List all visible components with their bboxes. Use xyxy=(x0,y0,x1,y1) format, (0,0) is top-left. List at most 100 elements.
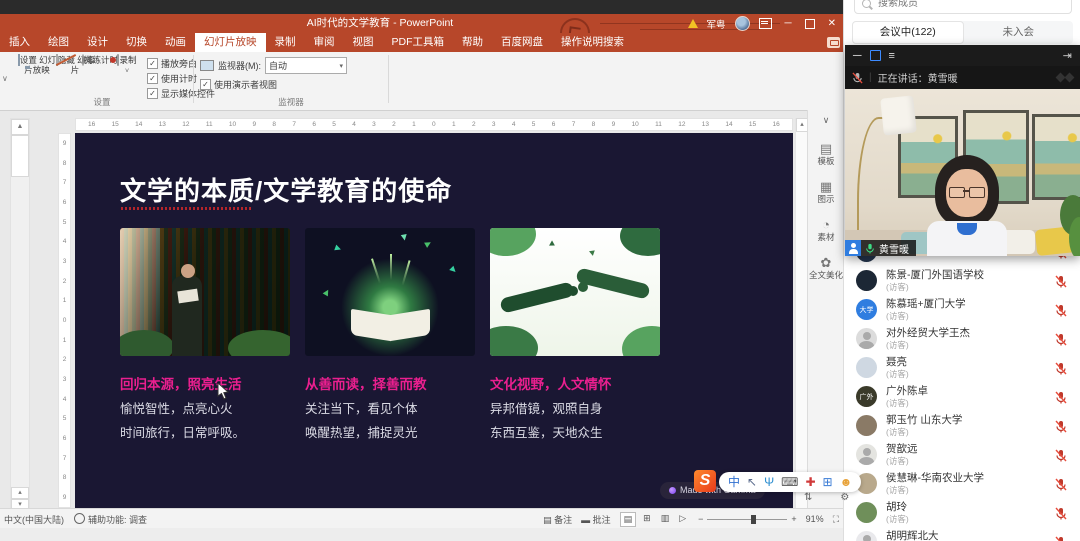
ribbon-tab[interactable]: 帮助 xyxy=(453,33,492,52)
mic-muted-icon[interactable] xyxy=(1055,275,1067,288)
minimize-icon[interactable]: ─ xyxy=(853,45,862,66)
view-button[interactable]: ⊞ xyxy=(640,512,654,527)
chat-bubble-icon[interactable] xyxy=(827,37,840,48)
slide-canvas[interactable]: 文学的本质/文学教育的使命 xyxy=(75,133,793,508)
search-input[interactable] xyxy=(876,0,1040,10)
monitor-select[interactable]: 自动 ▾ xyxy=(265,57,347,74)
ribbon-tab[interactable]: 动画 xyxy=(156,33,195,52)
mic-muted-icon[interactable] xyxy=(1055,478,1067,491)
fit-to-window-icon[interactable]: ⛶ xyxy=(833,514,839,525)
participant-row[interactable]: 陈景-厦门外国语学校 (访客) xyxy=(844,267,1080,296)
thumbnail-scrollbar[interactable]: ▲ ▴ ▾ xyxy=(10,118,30,512)
participant-row[interactable]: 广外 广外陈卓 (访客) xyxy=(844,383,1080,412)
ime-icon[interactable]: ✚ xyxy=(805,472,815,492)
tab-in-meeting[interactable]: 会议中(122) xyxy=(852,21,964,44)
participant-row[interactable]: 大学 陈慕瑶+厦门大学 (访客) xyxy=(844,296,1080,325)
ime-icon[interactable]: ☻ xyxy=(840,472,853,492)
mic-muted-icon[interactable] xyxy=(1055,536,1067,541)
record-button[interactable]: 录制 ˅ xyxy=(112,55,142,77)
participant-row[interactable]: 胡玲 (访客) xyxy=(844,499,1080,528)
ribbon-tab[interactable]: 设计 xyxy=(78,33,117,52)
use-timings-checkbox[interactable]: 使用计时 xyxy=(147,72,197,85)
column-body[interactable]: 关注当下，看见个体 唤醒热望，捕捉灵光 xyxy=(305,397,418,445)
list-view-icon[interactable]: ≡ xyxy=(889,50,895,62)
mic-muted-icon[interactable] xyxy=(1055,420,1067,433)
gear-icon[interactable]: ⚙ xyxy=(840,492,849,503)
tab-not-joined[interactable]: 未入会 xyxy=(964,21,1074,44)
zoom-level[interactable]: 91% xyxy=(806,514,824,524)
record-dropdown-caret[interactable]: ˅ xyxy=(125,68,129,75)
ribbon-tab[interactable]: 视图 xyxy=(344,33,383,52)
sogou-logo[interactable]: S xyxy=(694,470,716,492)
speaker-video[interactable]: 黄雪暖 xyxy=(845,89,1080,256)
ime-icon[interactable]: ⊞ xyxy=(823,472,833,492)
accessibility-status[interactable]: 辅助功能: 调查 xyxy=(74,513,147,526)
ribbon-tab[interactable]: 录制 xyxy=(266,33,305,52)
slide-image-hands[interactable] xyxy=(490,228,660,356)
zoom-slider[interactable]: − + xyxy=(698,514,797,524)
collapse-panel-icon[interactable]: ⇥ xyxy=(1063,49,1072,62)
participant-row[interactable]: 胡明辉北大 (访客) xyxy=(844,528,1080,541)
search-box[interactable] xyxy=(854,0,1072,14)
minimize-button[interactable]: ─ xyxy=(781,14,796,33)
participant-row[interactable]: 聂亮 (访客) xyxy=(844,354,1080,383)
ribbon-tab[interactable]: 切换 xyxy=(117,33,156,52)
comments-button[interactable]: ▬ 批注 xyxy=(581,513,611,526)
close-button[interactable]: ✕ xyxy=(824,14,840,33)
restore-button[interactable] xyxy=(805,19,815,29)
ime-icon[interactable]: Ψ xyxy=(764,472,774,492)
titlebar[interactable]: AI时代的文学教育 - PowerPoint 军粤 ─ ✕ xyxy=(0,14,843,33)
ribbon-tab[interactable]: PDF工具箱 xyxy=(383,33,454,52)
view-button[interactable]: ▤ xyxy=(620,512,637,527)
zoom-out-icon[interactable]: − xyxy=(698,514,703,524)
ribbon-tab[interactable]: 审阅 xyxy=(305,33,344,52)
column-heading[interactable]: 文化视野，人文情怀 xyxy=(490,373,612,393)
mic-muted-icon[interactable] xyxy=(1055,333,1067,346)
ribbon-tab[interactable]: 绘图 xyxy=(39,33,78,52)
column-heading[interactable]: 从善而读，择善而教 xyxy=(305,373,427,393)
zoom-slider-thumb[interactable] xyxy=(751,515,756,524)
collapse-chevron-icon[interactable]: ∨ xyxy=(808,110,844,128)
notes-button[interactable]: ▤ 备注 xyxy=(543,513,572,526)
sidebar-plugin-item[interactable]: ▦ 图示 xyxy=(808,180,844,204)
sidebar-plugin-item[interactable]: ◔ 素材 xyxy=(808,218,844,242)
mic-muted-icon[interactable] xyxy=(1055,391,1067,404)
scroll-up-icon[interactable]: ▲ xyxy=(11,119,29,135)
ime-icon[interactable]: 中 xyxy=(728,472,740,492)
slide-image-book[interactable] xyxy=(305,228,475,356)
ribbon-tab[interactable]: 插入 xyxy=(0,33,39,52)
account-avatar[interactable] xyxy=(735,16,750,31)
ribbon-tab[interactable]: 百度网盘 xyxy=(492,33,552,52)
ribbon-overflow-chevron[interactable]: ∨ xyxy=(2,74,8,83)
mic-muted-icon[interactable] xyxy=(1055,449,1067,462)
ime-icon[interactable]: ↖ xyxy=(747,472,757,492)
language-indicator[interactable]: 中文(中国大陆) xyxy=(4,513,64,526)
slide-image-library[interactable] xyxy=(120,228,290,356)
sidebar-plugin-item[interactable]: ▤ 模板 xyxy=(808,142,844,166)
column-body[interactable]: 愉悦智性，点亮心火 时间旅行，日常呼吸。 xyxy=(120,397,245,445)
ribbon-options-icon[interactable] xyxy=(759,18,772,29)
participant-row[interactable]: 郭玉竹 山东大学 (访客) xyxy=(844,412,1080,441)
video-window[interactable]: ─ ≡ ⇥ | 正在讲话：黄雪暖 xyxy=(845,45,1080,256)
warning-icon[interactable] xyxy=(688,19,698,28)
mic-muted-icon[interactable] xyxy=(1055,362,1067,375)
scrollbar-thumb[interactable] xyxy=(11,135,29,177)
mic-muted-icon[interactable] xyxy=(1055,507,1067,520)
participant-row[interactable]: 侯慧琳-华南农业大学 (访客) xyxy=(844,470,1080,499)
ime-icon[interactable]: ⌨ xyxy=(781,472,798,492)
participant-row[interactable]: 贺歆远 (访客) xyxy=(844,441,1080,470)
use-presenter-view-checkbox[interactable]: 使用演示者视图 xyxy=(200,78,277,91)
zoom-in-icon[interactable]: + xyxy=(791,514,796,524)
prev-slide-icon[interactable]: ▴ xyxy=(11,487,29,499)
view-button[interactable]: ▥ xyxy=(658,512,673,527)
column-body[interactable]: 异邦借镜，观照自身 东西互鉴，天地众生 xyxy=(490,397,603,445)
updown-arrows-icon[interactable]: ⇅ xyxy=(804,492,812,503)
account-name[interactable]: 军粤 xyxy=(707,17,726,31)
view-button[interactable]: ▷ xyxy=(676,512,689,527)
mic-muted-icon[interactable] xyxy=(1055,304,1067,317)
ribbon-tab[interactable]: 幻灯片放映 xyxy=(195,33,266,52)
play-narrations-checkbox[interactable]: 播放旁白 xyxy=(147,57,197,70)
slide-title[interactable]: 文学的本质/文学教育的使命 xyxy=(120,171,452,208)
sidebar-plugin-item[interactable]: ✿ 全文美化 xyxy=(808,256,844,280)
grid-view-icon[interactable] xyxy=(870,50,881,61)
